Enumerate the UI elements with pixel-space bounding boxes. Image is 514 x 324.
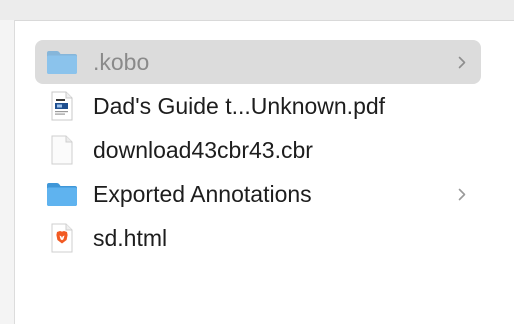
- file-name: Dad's Guide t...Unknown.pdf: [93, 92, 386, 119]
- previous-column-edge: [0, 20, 15, 324]
- pdf-file-icon: [45, 89, 79, 123]
- file-name: .kobo: [93, 48, 150, 75]
- list-item-exported-annotations-folder[interactable]: Exported Annotations: [35, 172, 481, 216]
- folder-icon: [45, 45, 79, 79]
- finder-column: .kobo Dad's Guide t...Unknown.pdf downlo…: [15, 21, 514, 324]
- generic-file-icon: [45, 133, 79, 167]
- chevron-right-icon: [455, 53, 469, 71]
- chevron-right-icon: [455, 185, 469, 203]
- list-item-cbr-file[interactable]: download43cbr43.cbr: [35, 128, 481, 172]
- list-item-html-file[interactable]: sd.html: [35, 216, 481, 260]
- file-name: download43cbr43.cbr: [93, 136, 313, 163]
- list-item-pdf-file[interactable]: Dad's Guide t...Unknown.pdf: [35, 84, 481, 128]
- file-name: Exported Annotations: [93, 180, 312, 207]
- window-top-edge: [0, 0, 514, 21]
- folder-icon: [45, 177, 79, 211]
- brave-html-file-icon: [45, 221, 79, 255]
- file-name: sd.html: [93, 224, 168, 251]
- list-item-kobo-folder[interactable]: .kobo: [35, 40, 481, 84]
